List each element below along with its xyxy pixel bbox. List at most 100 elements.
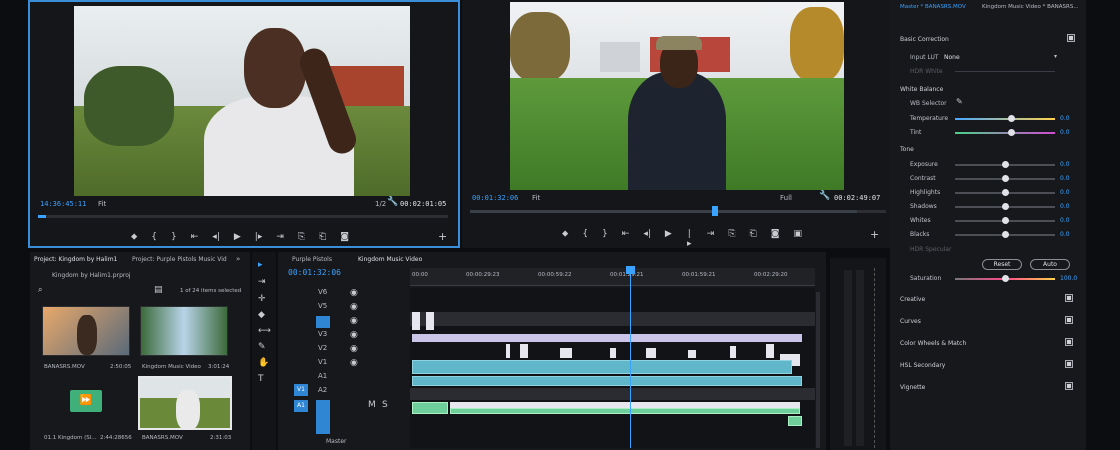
pen-icon[interactable]: ✎ <box>258 342 266 352</box>
slider-knob[interactable] <box>1008 129 1015 136</box>
ripple-edit-icon[interactable]: ✛ <box>258 294 266 304</box>
step-back-icon[interactable]: ◂| <box>212 232 220 242</box>
compare-icon[interactable]: ▣ <box>793 229 802 249</box>
track-toggle[interactable] <box>316 400 330 434</box>
slider-value[interactable]: 0.0 <box>1060 115 1070 122</box>
add-button-icon[interactable]: + <box>438 230 447 243</box>
audio-clip[interactable] <box>450 408 800 414</box>
shadows-slider-row[interactable]: Shadows 0.0 <box>900 201 1080 213</box>
saturation-slider-row[interactable]: Saturation 100.0 <box>900 273 1080 285</box>
lumetri-tab-sequence[interactable]: Kingdom Music Video * BANASRS... <box>982 4 1079 10</box>
go-to-in-icon[interactable]: ⇤ <box>622 229 630 249</box>
program-quality[interactable]: Full <box>780 194 792 202</box>
eye-icon[interactable]: ◉ <box>350 288 358 298</box>
vignette-section[interactable]: Vignette <box>900 384 925 391</box>
color-wheels-section[interactable]: Color Wheels & Match <box>900 340 966 347</box>
eyedropper-icon[interactable]: ✎ <box>956 97 963 106</box>
slider-knob[interactable] <box>1002 231 1009 238</box>
audio-clip[interactable] <box>788 416 802 426</box>
play-icon[interactable]: ▶ <box>665 229 672 249</box>
exposure-slider-row[interactable]: Exposure 0.0 <box>900 159 1080 171</box>
clip[interactable] <box>412 312 420 330</box>
slider-value[interactable]: 0.0 <box>1060 175 1070 182</box>
creative-checkbox[interactable] <box>1065 294 1073 302</box>
slider-knob[interactable] <box>1008 115 1015 122</box>
contrast-slider-row[interactable]: Contrast 0.0 <box>900 173 1080 185</box>
curves-section[interactable]: Curves <box>900 318 921 325</box>
mark-in-icon[interactable]: { <box>582 229 588 249</box>
creative-section[interactable]: Creative <box>900 296 925 303</box>
mark-in-icon[interactable]: { <box>151 232 157 242</box>
basic-correction-header[interactable]: Basic Correction <box>900 36 949 43</box>
go-to-out-icon[interactable]: ⇥ <box>276 232 284 242</box>
timeline-scrollbar[interactable] <box>816 292 820 448</box>
mark-out-icon[interactable]: } <box>602 229 608 249</box>
step-back-icon[interactable]: ◂| <box>643 229 651 249</box>
source-timecode[interactable]: 14:36:45:11 <box>40 200 86 208</box>
reset-button[interactable]: Reset <box>982 259 1022 270</box>
clip[interactable] <box>766 344 774 358</box>
track-toggle[interactable] <box>316 316 330 328</box>
bin-thumb-4[interactable] <box>138 376 232 430</box>
clip[interactable] <box>506 344 510 358</box>
clip[interactable] <box>520 344 528 358</box>
slip-icon[interactable]: ⟷ <box>258 326 271 336</box>
slider-knob[interactable] <box>1002 175 1009 182</box>
source-video-frame[interactable] <box>74 6 410 196</box>
source-fraction[interactable]: 1/2 <box>375 200 386 208</box>
program-video-frame[interactable] <box>510 2 844 190</box>
step-forward-icon[interactable]: |▸ <box>686 229 693 249</box>
audio-clip[interactable] <box>412 402 448 414</box>
track-target-v1[interactable]: V1 <box>294 384 308 396</box>
slider-value[interactable]: 0.0 <box>1060 203 1070 210</box>
lift-icon[interactable]: ⎘ <box>728 229 735 249</box>
program-zoom[interactable]: Fit <box>532 194 540 202</box>
playhead[interactable] <box>630 266 631 448</box>
step-forward-icon[interactable]: |▸ <box>255 232 263 242</box>
slider-value[interactable]: 0.0 <box>1060 189 1070 196</box>
eye-icon[interactable]: ◉ <box>350 358 358 368</box>
bin-thumb-1[interactable] <box>42 306 130 356</box>
go-to-in-icon[interactable]: ⇤ <box>191 232 199 242</box>
panel-menu-icon[interactable]: » <box>236 255 240 263</box>
wrench-icon[interactable]: 🔧 <box>819 191 830 201</box>
chevron-down-icon[interactable]: ▾ <box>1054 53 1057 60</box>
auto-button[interactable]: Auto <box>1030 259 1070 270</box>
go-to-out-icon[interactable]: ⇥ <box>707 229 715 249</box>
slider-knob[interactable] <box>1002 203 1009 210</box>
hsl-secondary-section[interactable]: HSL Secondary <box>900 362 945 369</box>
audio-bin-thumb[interactable]: ⏩ <box>70 390 102 412</box>
tone-header[interactable]: Tone <box>900 146 914 153</box>
source-zoom[interactable]: Fit <box>98 200 106 208</box>
whites-slider-row[interactable]: Whites 0.0 <box>900 215 1080 227</box>
play-icon[interactable]: ▶ <box>234 232 241 242</box>
eye-icon[interactable]: ◉ <box>350 344 358 354</box>
eye-icon[interactable]: ◉ <box>350 330 358 340</box>
slider-value[interactable]: 0.0 <box>1060 129 1070 136</box>
slider-value[interactable]: 100.0 <box>1060 275 1077 282</box>
marker-icon[interactable]: ⬥ <box>131 232 137 242</box>
clip[interactable] <box>688 350 696 358</box>
track-area[interactable] <box>410 266 815 448</box>
eye-icon[interactable]: ◉ <box>350 316 358 326</box>
video-clip[interactable] <box>412 376 802 386</box>
camera-icon[interactable]: ◙ <box>340 232 349 242</box>
selection-tool-icon[interactable]: ▸ <box>258 260 263 270</box>
time-ruler[interactable]: 00:00 00:00:29:23 00:00:59:22 00:01:29:2… <box>410 268 815 286</box>
slider-knob[interactable] <box>1002 217 1009 224</box>
playhead-handle[interactable] <box>626 266 635 274</box>
clip[interactable] <box>646 348 656 358</box>
curves-checkbox[interactable] <box>1065 316 1073 324</box>
project-tab-kingdom[interactable]: Project: Kingdom by Halim1 <box>34 256 117 263</box>
tint-slider-row[interactable]: Tint 0.0 <box>900 127 1080 139</box>
search-icon[interactable]: ⌕ <box>38 285 42 295</box>
video-clip[interactable] <box>412 360 792 374</box>
slider-knob[interactable] <box>1002 275 1009 282</box>
hand-icon[interactable]: ✋ <box>258 358 269 368</box>
white-balance-header[interactable]: White Balance <box>900 86 943 93</box>
project-tab-purple-pistols[interactable]: Project: Purple Pistols Music Vid <box>132 256 227 263</box>
clip[interactable] <box>426 312 434 330</box>
program-scrub-bar[interactable] <box>470 210 886 213</box>
timeline-tab-purple-pistols[interactable]: Purple Pistols <box>292 256 332 263</box>
title-clip[interactable] <box>412 334 802 342</box>
